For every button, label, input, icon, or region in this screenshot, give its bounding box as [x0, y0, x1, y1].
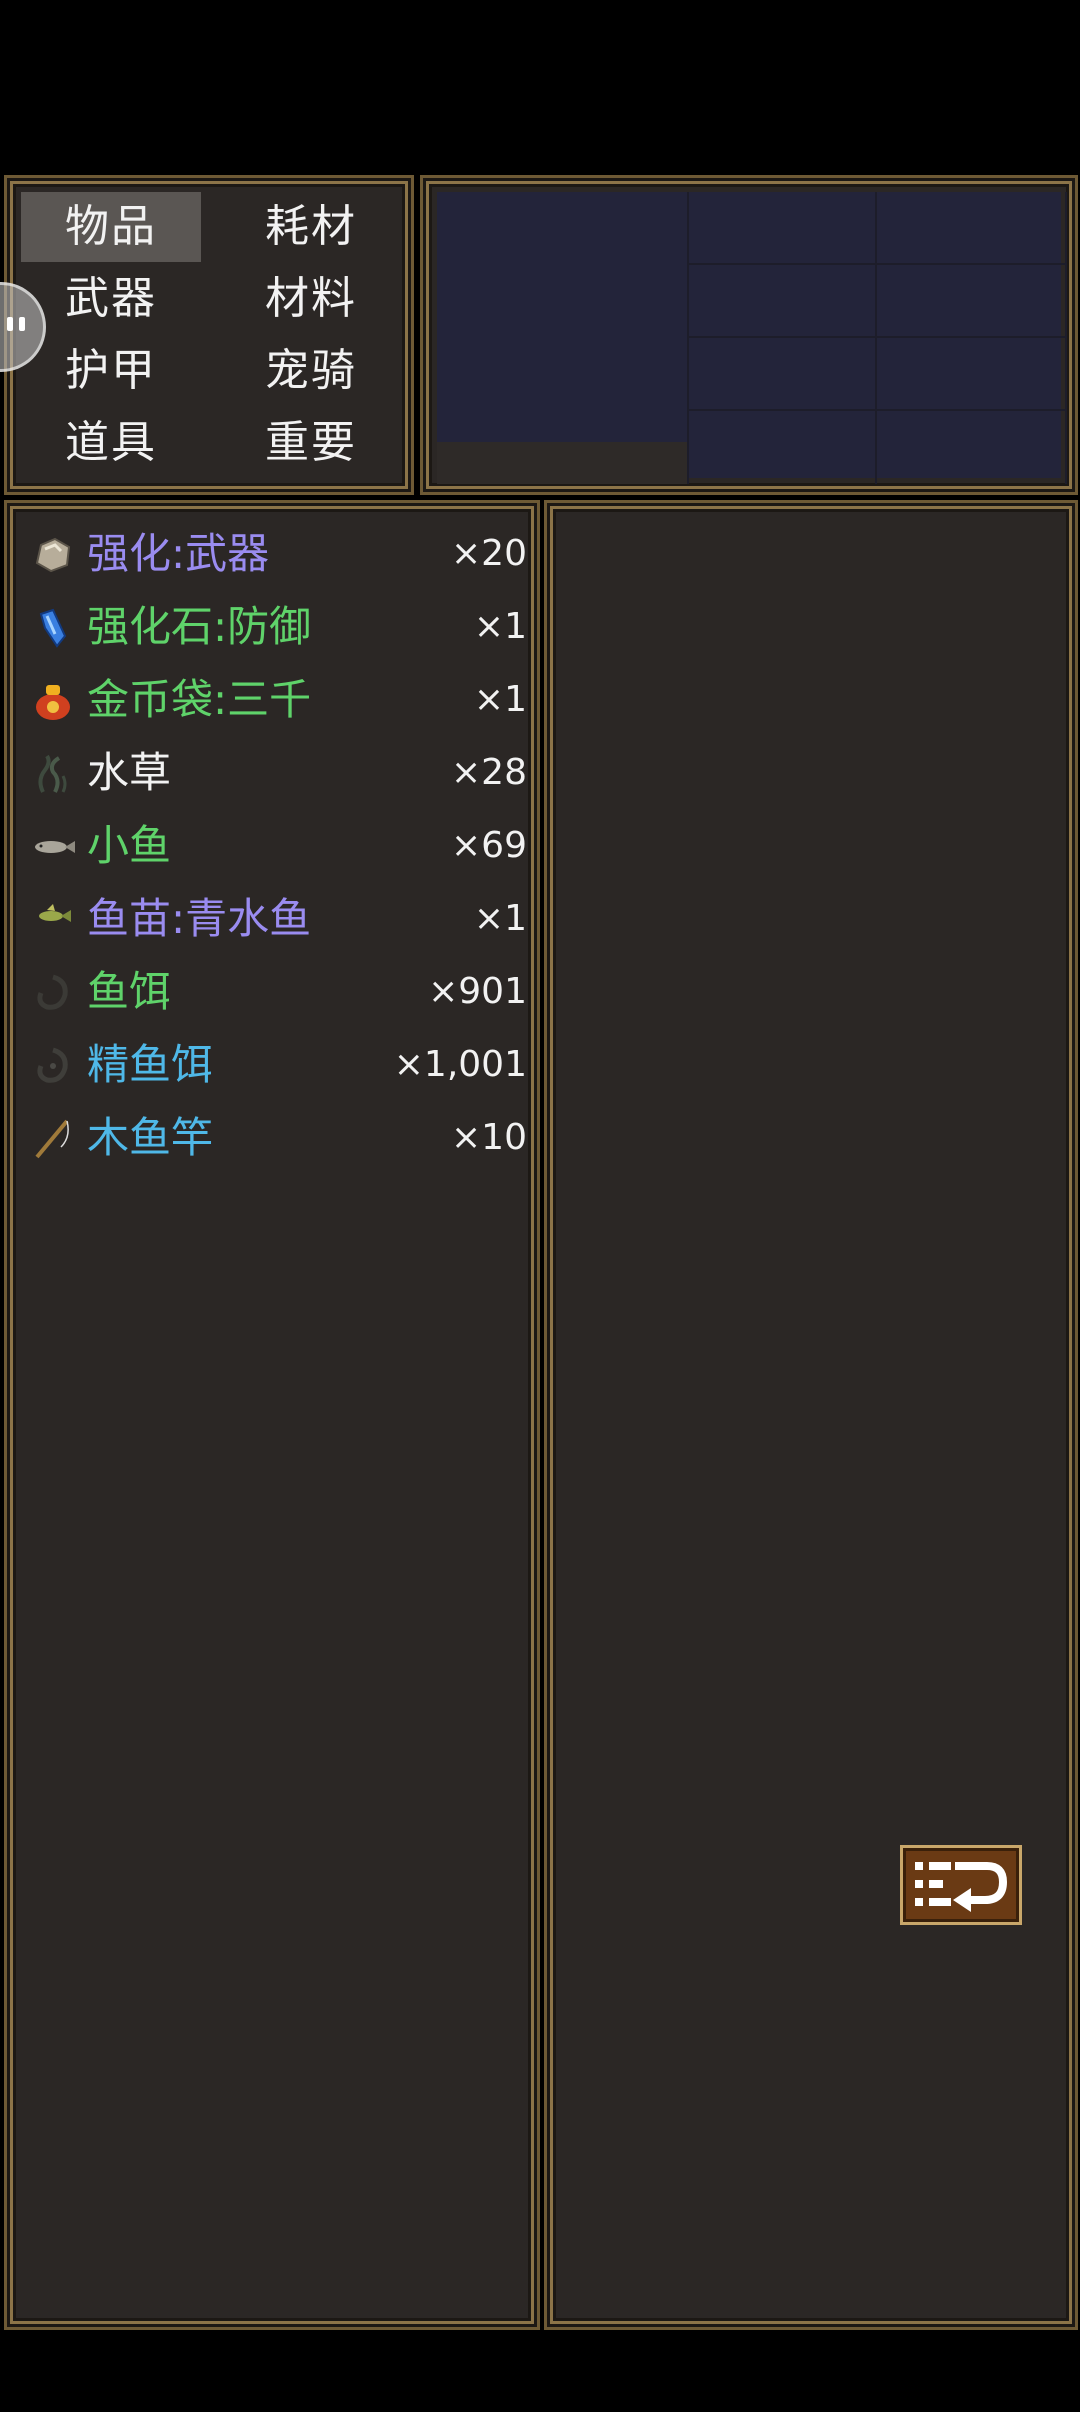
item-count: ×1: [473, 606, 527, 647]
item-count: ×69: [451, 825, 527, 866]
slot-grid: [437, 192, 1067, 484]
small-fish-icon: [31, 825, 75, 869]
stone-icon: [31, 533, 75, 577]
item-count: ×1: [473, 898, 527, 939]
item-name: 木鱼竿: [87, 1113, 214, 1162]
item-count: ×28: [451, 752, 527, 793]
slot[interactable]: [687, 265, 877, 338]
slot[interactable]: [687, 192, 877, 265]
slot[interactable]: [687, 411, 877, 484]
list-item[interactable]: 鱼饵 ×901: [27, 957, 527, 1027]
list-item[interactable]: 木鱼竿 ×10: [27, 1103, 527, 1173]
tab-consumables[interactable]: 耗材: [221, 192, 401, 262]
list-item[interactable]: 鱼苗:青水鱼 ×1: [27, 884, 527, 954]
fishing-rod-icon: [31, 1117, 75, 1161]
item-detail-panel: [544, 500, 1078, 2330]
item-count: ×901: [428, 971, 527, 1012]
item-name: 鱼苗:青水鱼: [87, 894, 312, 943]
list-item[interactable]: 金币袋:三千 ×1: [27, 665, 527, 735]
seaweed-icon: [31, 752, 75, 796]
item-name: 精鱼饵: [87, 1040, 214, 1089]
list-item[interactable]: 水草 ×28: [27, 738, 527, 808]
tab-items[interactable]: 物品: [21, 192, 201, 262]
slot[interactable]: [877, 411, 1067, 484]
tab-weapons[interactable]: 武器: [21, 264, 201, 334]
slot[interactable]: [877, 192, 1067, 265]
fry-icon: [31, 898, 75, 942]
tab-important[interactable]: 重要: [221, 408, 401, 478]
item-count: ×1,001: [393, 1044, 527, 1085]
slot[interactable]: [687, 338, 877, 411]
item-name: 水草: [87, 748, 172, 797]
tab-tools[interactable]: 道具: [21, 408, 201, 478]
item-name: 金币袋:三千: [87, 675, 312, 724]
list-item[interactable]: 小鱼 ×69: [27, 811, 527, 881]
tab-armor[interactable]: 护甲: [21, 336, 201, 406]
slot-grid-panel: [420, 175, 1078, 495]
tab-materials[interactable]: 材料: [221, 264, 401, 334]
list-item[interactable]: 强化石:防御 ×1: [27, 592, 527, 662]
category-panel: 物品 耗材 武器 材料 护甲 宠骑 道具 重要: [4, 175, 414, 495]
bait-icon: [31, 971, 75, 1015]
fine-bait-icon: [31, 1044, 75, 1088]
blue-crystal-icon: [31, 606, 75, 650]
list-item[interactable]: 强化:武器 ×20: [27, 519, 527, 589]
item-name: 小鱼: [87, 821, 172, 870]
tab-pets-mounts[interactable]: 宠骑: [221, 336, 401, 406]
list-item[interactable]: 精鱼饵 ×1,001: [27, 1030, 527, 1100]
item-name: 强化:武器: [87, 529, 270, 578]
slot[interactable]: [877, 338, 1067, 411]
item-name: 强化石:防御: [87, 602, 312, 651]
item-list-panel: 强化:武器 ×20 强化石:防御 ×1 金币袋:三千 ×1 水草 ×28 小鱼 …: [4, 500, 540, 2330]
item-count: ×20: [451, 533, 527, 574]
slot-large[interactable]: [437, 192, 687, 442]
sort-icon: [915, 1862, 1008, 1912]
item-name: 鱼饵: [87, 967, 172, 1016]
item-count: ×10: [451, 1117, 527, 1158]
sort-button[interactable]: [900, 1845, 1022, 1925]
slot[interactable]: [877, 265, 1067, 338]
gold-bag-icon: [31, 679, 75, 723]
item-count: ×1: [473, 679, 527, 720]
slot-divider: [437, 442, 687, 484]
